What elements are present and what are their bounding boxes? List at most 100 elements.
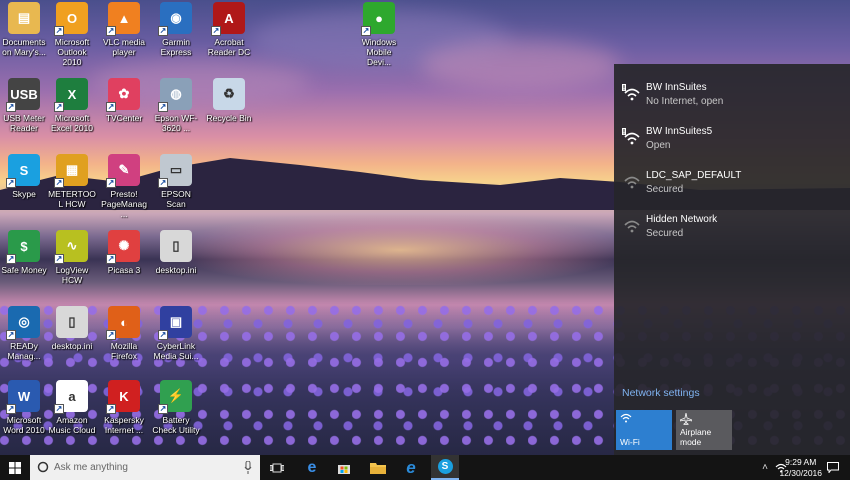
desktop-icon-label: desktop.ini <box>51 341 93 351</box>
network-flyout: BW InnSuites No Internet, open BW InnSuite… <box>614 64 850 455</box>
desktop-icon[interactable]: ✎ ↗ Presto! PageManag... <box>100 154 148 219</box>
wifi-toggle-tile[interactable]: Wi-Fi <box>616 410 672 450</box>
kaspersky-icon: K ↗ <box>106 380 140 414</box>
desktop-icon[interactable]: ✺ ↗ Picasa 3 <box>100 230 148 275</box>
desktop-icon[interactable]: ⚡ ↗ Battery Check Utility <box>152 380 200 435</box>
internet-explorer-icon: e <box>406 457 416 477</box>
file-explorer-taskbar-button[interactable] <box>364 455 392 480</box>
shortcut-arrow-icon: ↗ <box>6 330 16 340</box>
taskbar: Ask me anything e e S ˄ 9:29 AM 12/30/20… <box>0 455 850 480</box>
file-icon: ▯ <box>160 230 192 262</box>
folder-icon <box>370 462 386 474</box>
desktop-icon[interactable]: ◎ ↗ READy Manag... <box>0 306 48 361</box>
desktop-icon[interactable]: X ↗ Microsoft Excel 2010 <box>48 78 96 133</box>
network-settings-link[interactable]: Network settings <box>622 387 700 399</box>
shortcut-arrow-icon: ↗ <box>106 330 116 340</box>
desktop-icon-label: Safe Money <box>1 265 47 275</box>
show-hidden-icons-button[interactable]: ˄ <box>758 455 772 480</box>
shortcut-arrow-icon: ↗ <box>211 26 221 36</box>
network-name: LDC_SAP_DEFAULT <box>646 170 742 181</box>
wifi-network-item[interactable]: Hidden Network Secured <box>614 206 850 250</box>
skype-taskbar-button[interactable]: S <box>431 455 459 480</box>
word-icon: W ↗ <box>6 380 40 414</box>
start-button[interactable] <box>0 455 30 480</box>
desktop-icon[interactable]: ▣ ↗ CyberLink Media Sui... <box>152 306 200 361</box>
safe-money-icon: $ ↗ <box>6 230 40 264</box>
network-status: Secured <box>646 228 684 239</box>
taskbar-clock[interactable]: 9:29 AM 12/30/2016 <box>779 457 822 479</box>
wifi-icon <box>620 413 632 423</box>
cortana-search-box[interactable]: Ask me anything <box>30 455 260 480</box>
desktop-icon-label: Epson WF-3620 ... <box>154 113 198 133</box>
desktop-icon[interactable]: ● ↗ Windows Mobile Devi... <box>355 2 403 67</box>
desktop-icon[interactable]: S ↗ Skype <box>0 154 48 199</box>
desktop-icon[interactable]: ▯ desktop.ini <box>152 230 200 275</box>
desktop-icon[interactable]: ▦ ↗ METERTOOL HCW <box>48 154 96 209</box>
wifi-signal-icon <box>624 220 640 233</box>
desktop-icon[interactable]: O ↗ Microsoft Outlook 2010 <box>48 2 96 67</box>
airplane-mode-tile[interactable]: Airplane mode <box>676 410 732 450</box>
vlc-cone-icon: ▲ ↗ <box>106 2 140 36</box>
action-center-button[interactable] <box>822 455 844 480</box>
store-bag-icon <box>338 464 350 474</box>
chevron-up-icon: ˄ <box>762 462 768 473</box>
store-taskbar-button[interactable] <box>330 455 358 480</box>
microphone-icon[interactable] <box>244 461 252 474</box>
shortcut-arrow-icon: ↗ <box>54 26 64 36</box>
desktop-icon-label: TVCenter <box>105 113 143 123</box>
shortcut-arrow-icon: ↗ <box>6 404 16 414</box>
desktop-icon[interactable]: ▲ ↗ VLC media player <box>100 2 148 57</box>
desktop-icon-label: Microsoft Outlook 2010 <box>54 37 90 67</box>
shortcut-arrow-icon: ↗ <box>6 178 16 188</box>
amazon-icon: a ↗ <box>54 380 88 414</box>
wifi-warning-icon <box>622 128 640 145</box>
desktop-icon[interactable]: W ↗ Microsoft Word 2010 <box>0 380 48 435</box>
skype-icon: S ↗ <box>6 154 40 188</box>
wifi-network-item[interactable]: LDC_SAP_DEFAULT Secured <box>614 162 850 206</box>
desktop-icon-label: Acrobat Reader DC <box>207 37 251 57</box>
desktop-icon[interactable]: a ↗ Amazon Music Cloud <box>48 380 96 435</box>
desktop-icon[interactable]: ◐ ↗ Mozilla Firefox <box>100 306 148 361</box>
wifi-signal-icon <box>624 176 640 189</box>
search-placeholder: Ask me anything <box>54 462 128 473</box>
desktop-icon[interactable]: ✿ ↗ TVCenter <box>100 78 148 123</box>
desktop-icon-label: Garmin Express <box>160 37 192 57</box>
wifi-warning-icon <box>622 84 640 101</box>
tile-label: Wi-Fi <box>620 437 640 447</box>
desktop-icon-label: USB Meter Reader <box>3 113 45 133</box>
shortcut-arrow-icon: ↗ <box>158 26 168 36</box>
notification-icon <box>827 462 839 473</box>
shortcut-arrow-icon: ↗ <box>106 26 116 36</box>
desktop-icon[interactable]: USB ↗ USB Meter Reader <box>0 78 48 133</box>
network-name: Hidden Network <box>646 214 718 225</box>
edge-taskbar-button[interactable]: e <box>298 455 326 480</box>
desktop-icon[interactable]: K ↗ Kaspersky Internet ... <box>100 380 148 435</box>
desktop-icon[interactable]: ◍ ↗ Epson WF-3620 ... <box>152 78 200 133</box>
wifi-network-item[interactable]: BW InnSuites No Internet, open <box>614 74 850 118</box>
desktop-icon[interactable]: ▯ desktop.ini <box>48 306 96 351</box>
desktop-icon[interactable]: ▭ ↗ EPSON Scan <box>152 154 200 209</box>
desktop-icon[interactable]: ∿ ↗ LogView HCW <box>48 230 96 285</box>
outlook-icon: O ↗ <box>54 2 88 36</box>
wifi-network-item[interactable]: BW InnSuites5 Open <box>614 118 850 162</box>
skype-icon: S <box>437 459 453 474</box>
ie-taskbar-button[interactable]: e <box>397 455 425 480</box>
desktop-icon-label: EPSON Scan <box>161 189 191 209</box>
desktop-icon-label: Windows Mobile Devi... <box>361 37 397 67</box>
task-view-button[interactable] <box>265 455 289 480</box>
task-view-icon <box>270 463 284 472</box>
garmin-globe-icon: ◉ ↗ <box>158 2 192 36</box>
network-status: Open <box>646 140 671 151</box>
desktop-icon-label: Mozilla Firefox <box>110 341 138 361</box>
epson-printer-icon: ◍ ↗ <box>158 78 192 112</box>
shortcut-arrow-icon: ↗ <box>106 254 116 264</box>
desktop-icon[interactable]: A ↗ Acrobat Reader DC <box>205 2 253 57</box>
desktop-icon[interactable]: ▤ Documents on Mary's... <box>0 2 48 57</box>
desktop-icon[interactable]: ♻ Recycle Bin <box>205 78 253 123</box>
shortcut-arrow-icon: ↗ <box>158 404 168 414</box>
desktop-icon-label: Documents on Mary's... <box>2 37 46 57</box>
desktop-icon[interactable]: ◉ ↗ Garmin Express <box>152 2 200 57</box>
desktop-icon-label: Recycle Bin <box>206 113 252 123</box>
desktop-icon[interactable]: $ ↗ Safe Money <box>0 230 48 275</box>
network-status: No Internet, open <box>646 96 724 107</box>
